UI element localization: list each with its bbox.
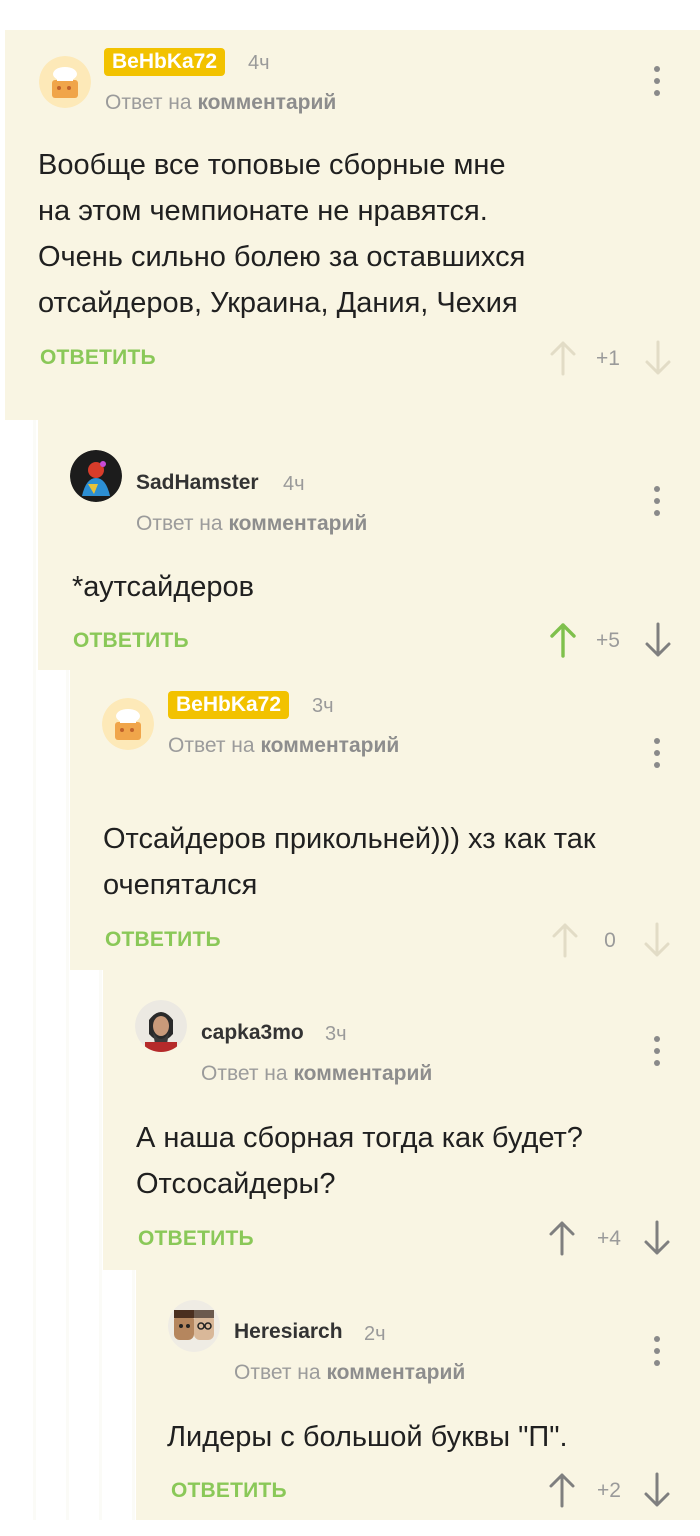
comment-line: Вообще все топовые сборные мне — [38, 149, 506, 181]
rating-value: +2 — [597, 1479, 621, 1502]
more-options-icon[interactable] — [645, 64, 669, 98]
comment: BeHbKa72 4ч Ответ на комментарий Вообще … — [5, 30, 700, 420]
avatar[interactable] — [70, 450, 122, 502]
reply-prefix: Ответ на — [168, 734, 255, 757]
reply-button[interactable]: ОТВЕТИТЬ — [40, 345, 156, 371]
comment-time: 2ч — [364, 1323, 386, 1345]
chef-avatar-icon — [102, 698, 154, 750]
downvote-icon[interactable] — [642, 1220, 672, 1256]
comment: BeHbKa72 3ч Ответ на комментарий Отсайде… — [70, 670, 700, 970]
reply-target: комментарий — [293, 1062, 433, 1085]
comment-line: *аутсайдеров — [72, 571, 255, 603]
comment-body: *аутсайдеров — [72, 564, 254, 610]
downvote-icon[interactable] — [642, 1472, 672, 1508]
upvote-icon[interactable] — [548, 340, 578, 376]
reply-button[interactable]: ОТВЕТИТЬ — [138, 1226, 254, 1252]
author-name[interactable]: capka3mo — [201, 1020, 304, 1046]
comment: capka3mo 3ч Ответ на комментарий А наша … — [103, 970, 700, 1270]
reply-prefix: Ответ на — [201, 1062, 288, 1085]
comment-line: Отсосайдеры? — [136, 1168, 336, 1200]
rating-value: +4 — [597, 1227, 621, 1250]
avatar[interactable] — [102, 698, 154, 750]
comment: SadHamster 4ч Ответ на комментарий *аутс… — [38, 420, 700, 670]
reply-button[interactable]: ОТВЕТИТЬ — [171, 1478, 287, 1504]
comment-body: Лидеры с большой буквы "П". — [167, 1414, 568, 1460]
more-options-icon[interactable] — [645, 484, 669, 518]
reply-button[interactable]: ОТВЕТИТЬ — [105, 927, 221, 953]
reply-to-link[interactable]: Ответ на комментарий — [136, 511, 367, 537]
thread-rail[interactable] — [66, 670, 69, 1520]
reply-to-link[interactable]: Ответ на комментарий — [234, 1360, 465, 1386]
comment-line: Отсайдеров прикольней))) хз как так — [103, 823, 596, 855]
reply-prefix: Ответ на — [234, 1361, 321, 1384]
thread-rail[interactable] — [33, 420, 36, 1520]
upvote-icon[interactable] — [548, 622, 578, 658]
downvote-icon[interactable] — [642, 922, 672, 958]
comment-line: очепятался — [103, 869, 258, 901]
more-options-icon[interactable] — [645, 736, 669, 770]
downvote-icon[interactable] — [643, 622, 673, 658]
reply-to-link[interactable]: Ответ на комментарий — [201, 1061, 432, 1087]
comment-time: 3ч — [325, 1023, 347, 1045]
avatar[interactable] — [168, 1300, 220, 1352]
comment-time: 3ч — [312, 695, 334, 717]
reply-to-link[interactable]: Ответ на комментарий — [168, 733, 399, 759]
chef-avatar-icon — [39, 56, 91, 108]
comment-line: А наша сборная тогда как будет? — [136, 1122, 583, 1154]
reply-target: комментарий — [326, 1361, 466, 1384]
comment-body: Отсайдеров прикольней))) хз как так очеп… — [103, 816, 596, 908]
author-name[interactable]: Heresiarch — [234, 1319, 343, 1345]
avatar[interactable] — [135, 1000, 187, 1052]
reply-target: комментарий — [197, 91, 337, 114]
upvote-icon[interactable] — [547, 1220, 577, 1256]
more-options-icon[interactable] — [645, 1034, 669, 1068]
comment-line: отсайдеров, Украина, Дания, Чехия — [38, 287, 518, 319]
two-faces-avatar-icon — [168, 1300, 220, 1352]
avatar[interactable] — [39, 56, 91, 108]
more-options-icon[interactable] — [645, 1334, 669, 1368]
thread-rail[interactable] — [132, 1270, 135, 1520]
downvote-icon[interactable] — [643, 340, 673, 376]
colorful-figure-avatar-icon — [70, 450, 122, 502]
reply-prefix: Ответ на — [105, 91, 192, 114]
comment-line: Лидеры с большой буквы "П". — [167, 1421, 568, 1453]
thread-rail[interactable] — [99, 970, 102, 1520]
reply-prefix: Ответ на — [136, 512, 223, 535]
rating-value: +5 — [596, 629, 620, 652]
comment-time: 4ч — [248, 52, 270, 74]
comment: Heresiarch 2ч Ответ на комментарий Лидер… — [136, 1270, 700, 1520]
author-name[interactable]: BeHbKa72 — [168, 691, 290, 719]
comment-body: А наша сборная тогда как будет? Отсосайд… — [136, 1115, 583, 1207]
reply-target: комментарий — [260, 734, 400, 757]
comment-body: Вообще все топовые сборные мне на этом ч… — [38, 142, 525, 326]
bearded-man-avatar-icon — [135, 1000, 187, 1052]
comment-thread: BeHbKa72 4ч Ответ на комментарий Вообще … — [0, 30, 700, 1520]
author-name[interactable]: BeHbKa72 — [104, 48, 226, 76]
reply-to-link[interactable]: Ответ на комментарий — [105, 90, 336, 116]
rating-value: +1 — [596, 347, 620, 370]
comment-time: 4ч — [283, 473, 305, 495]
reply-target: комментарий — [228, 512, 368, 535]
author-name[interactable]: SadHamster — [136, 470, 259, 496]
reply-button[interactable]: ОТВЕТИТЬ — [73, 628, 189, 654]
comment-line: на этом чемпионате не нравятся. — [38, 195, 488, 227]
upvote-icon[interactable] — [550, 922, 580, 958]
comment-line: Очень сильно болею за оставшихся — [38, 241, 526, 273]
upvote-icon[interactable] — [547, 1472, 577, 1508]
rating-value: 0 — [604, 929, 616, 952]
